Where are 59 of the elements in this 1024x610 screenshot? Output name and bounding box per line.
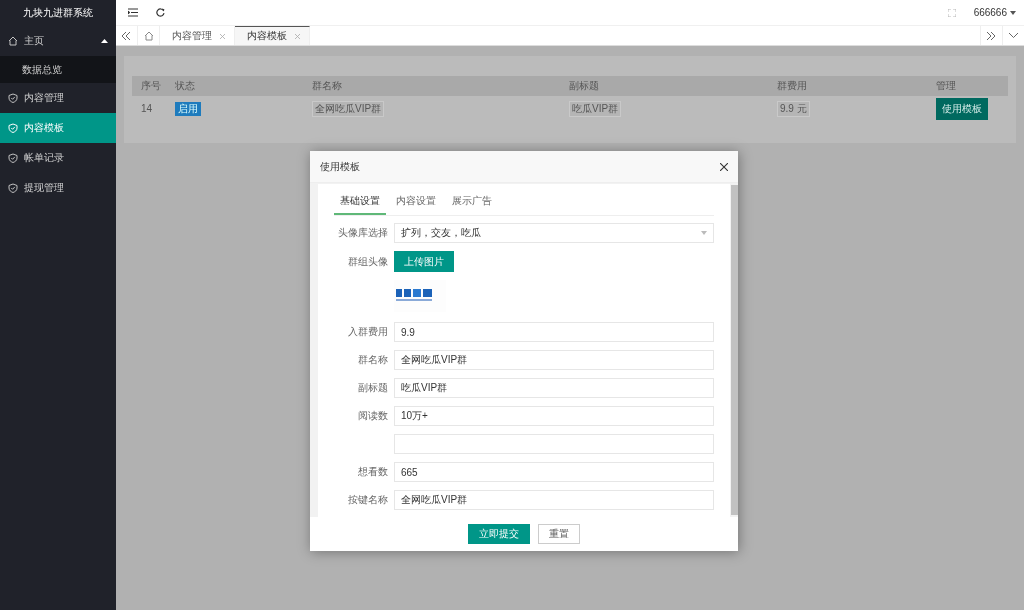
- subtitle-tag: 吃瓜VIP群: [569, 100, 622, 117]
- field-label: 阅读数: [358, 409, 388, 423]
- field-label: 头像库选择: [338, 226, 388, 240]
- sidebar-item[interactable]: 提现管理: [0, 173, 116, 203]
- column-header: 群名称: [312, 79, 343, 93]
- sidebar-item[interactable]: 内容管理: [0, 83, 116, 113]
- home-icon[interactable]: [143, 30, 154, 41]
- input-field[interactable]: 665: [394, 462, 714, 482]
- double-chevron-left-icon[interactable]: [122, 31, 131, 40]
- caret-down-icon: [701, 231, 707, 235]
- field-label: 入群费用: [348, 325, 388, 339]
- caret-down-icon[interactable]: [1010, 10, 1016, 15]
- select-field[interactable]: 扩列，交友，吃瓜: [394, 223, 714, 243]
- table-cell-text: 14: [141, 103, 154, 114]
- shield-check-icon: [8, 93, 18, 103]
- page-tab[interactable]: 内容模板: [235, 26, 310, 45]
- input-field[interactable]: [394, 434, 714, 454]
- column-header: 状态: [175, 79, 196, 93]
- field-label: 按键名称: [348, 493, 388, 507]
- column-header: 管理: [936, 79, 957, 93]
- double-chevron-right-icon[interactable]: [987, 31, 996, 40]
- fee-tag: 9.9 元: [777, 100, 810, 117]
- app-title: 九块九进群系统: [23, 6, 93, 20]
- shield-check-icon: [8, 153, 18, 163]
- input-field[interactable]: 10万+: [394, 406, 714, 426]
- input-field[interactable]: 全网吃瓜VIP群: [394, 350, 714, 370]
- scrollbar[interactable]: [730, 183, 738, 517]
- form-tab[interactable]: 基础设置: [334, 189, 386, 215]
- field-label: 想看数: [358, 465, 388, 479]
- form-tab[interactable]: 内容设置: [390, 189, 442, 215]
- sidebar-subitem[interactable]: 数据总览: [0, 56, 116, 83]
- sidebar-item[interactable]: 内容模板: [0, 113, 116, 143]
- shield-check-icon: [8, 123, 18, 133]
- column-header: 副标题: [569, 79, 600, 93]
- sidebar-item[interactable]: 帐单记录: [0, 143, 116, 173]
- upload-button[interactable]: 上传图片: [394, 251, 454, 272]
- column-header: 序号: [141, 79, 162, 93]
- field-label: 副标题: [358, 381, 388, 395]
- field-label: 群名称: [358, 353, 388, 367]
- form-tab[interactable]: 展示广告: [446, 189, 498, 215]
- field-label: 群组头像: [348, 254, 388, 269]
- reset-button[interactable]: 重置: [538, 524, 580, 544]
- input-field[interactable]: 吃瓜VIP群: [394, 378, 714, 398]
- column-header: 群费用: [777, 79, 808, 93]
- home-icon: [8, 36, 18, 46]
- sidebar-item[interactable]: 主页: [0, 26, 116, 56]
- dialog-title: 使用模板: [320, 159, 360, 174]
- menu-fold-icon[interactable]: [128, 8, 138, 17]
- chevron-down-icon[interactable]: [1009, 33, 1018, 38]
- shield-check-icon: [8, 183, 18, 193]
- close-icon[interactable]: [720, 162, 728, 171]
- input-field[interactable]: 全网吃瓜VIP群: [394, 490, 714, 510]
- name-tag: 全网吃瓜VIP群: [312, 100, 385, 117]
- status-tag: 启用: [175, 101, 201, 116]
- input-field[interactable]: 9.9: [394, 322, 714, 342]
- submit-button[interactable]: 立即提交: [468, 524, 530, 544]
- user-name[interactable]: 666666: [973, 7, 1007, 18]
- refresh-icon[interactable]: [156, 8, 165, 17]
- use-template-button[interactable]: 使用模板: [936, 97, 988, 120]
